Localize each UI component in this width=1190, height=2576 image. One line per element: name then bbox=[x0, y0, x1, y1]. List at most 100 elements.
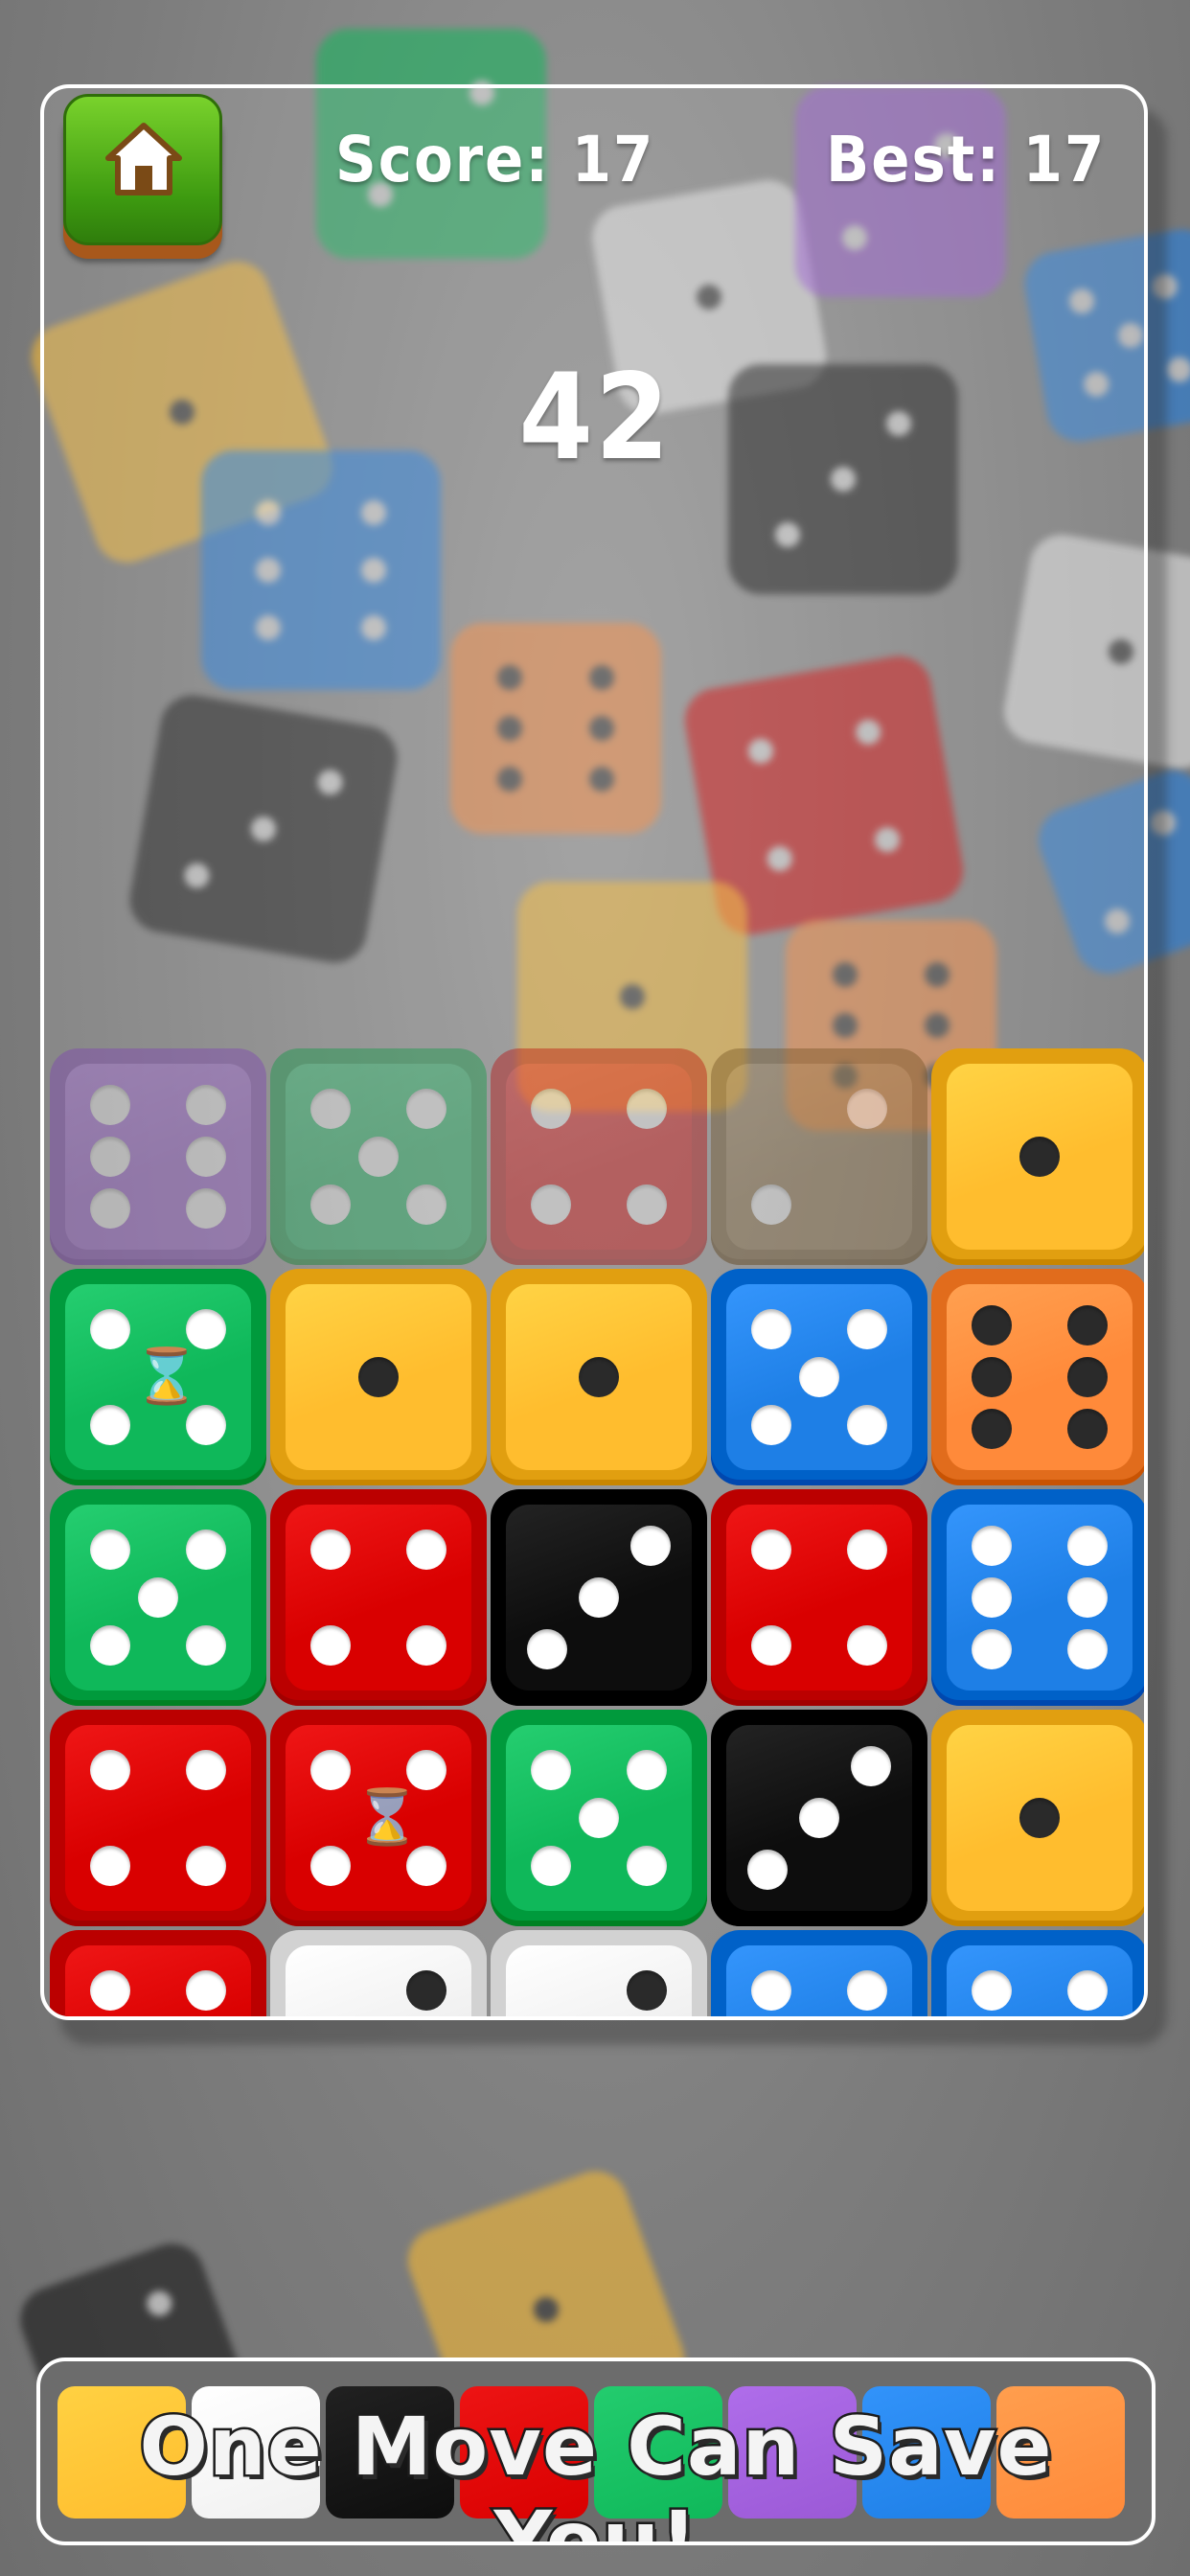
die-pip bbox=[579, 1577, 619, 1618]
die-pip bbox=[185, 1845, 226, 1886]
die-pip bbox=[1066, 1304, 1108, 1346]
die-pip bbox=[972, 1525, 1013, 1566]
die-pip bbox=[310, 1845, 352, 1886]
purple-die-6 bbox=[50, 1048, 266, 1265]
banner-text: One Move Can Save You! bbox=[137, 2398, 1054, 2545]
background-die-pip bbox=[1146, 807, 1179, 840]
die-face bbox=[65, 1725, 251, 1911]
yellow-die-1[interactable] bbox=[931, 1048, 1144, 1265]
die-pip bbox=[626, 1750, 667, 1791]
die-pip bbox=[626, 1089, 667, 1130]
die-pip bbox=[185, 1188, 226, 1230]
die-pip bbox=[185, 1084, 226, 1125]
die-pip bbox=[90, 1624, 131, 1666]
promo-banner: One Move Can Save You! bbox=[36, 2358, 1156, 2545]
die-pip bbox=[531, 1845, 572, 1886]
yellow-die-1[interactable] bbox=[931, 1710, 1144, 1926]
white-die-2 bbox=[270, 1930, 487, 2016]
die-pip bbox=[405, 1750, 446, 1791]
die-pip bbox=[626, 1845, 667, 1886]
red-die-4[interactable]: ⌛ bbox=[270, 1710, 487, 1926]
die-pip bbox=[358, 1137, 399, 1177]
die-pip bbox=[1019, 1137, 1060, 1177]
home-button[interactable] bbox=[63, 94, 222, 245]
die-pip bbox=[579, 1798, 619, 1838]
countdown-timer: 42 bbox=[518, 349, 672, 487]
die-pip bbox=[626, 1970, 667, 2012]
die-pip bbox=[751, 1184, 792, 1225]
die-pip bbox=[846, 1089, 887, 1130]
yellow-die-1[interactable] bbox=[491, 1269, 707, 1485]
red-die-4[interactable] bbox=[711, 1489, 927, 1706]
die-pip bbox=[185, 1137, 226, 1177]
red-die-4 bbox=[50, 1930, 266, 2016]
die-pip bbox=[630, 1525, 672, 1566]
die-pip bbox=[405, 1089, 446, 1130]
die-pip bbox=[405, 1845, 446, 1886]
die-pip bbox=[1066, 1577, 1108, 1618]
die-pip bbox=[1066, 1970, 1108, 2012]
die-pip bbox=[405, 1624, 446, 1666]
brown-die-2 bbox=[711, 1048, 927, 1265]
die-face bbox=[726, 1505, 912, 1690]
score-label: Score: 17 bbox=[335, 123, 655, 196]
black-die-3[interactable] bbox=[711, 1710, 927, 1926]
blue-die-6[interactable] bbox=[931, 1489, 1144, 1706]
die-pip bbox=[310, 1624, 352, 1666]
blue-die-5 bbox=[711, 1930, 927, 2020]
hourglass-icon: ⌛ bbox=[133, 1346, 200, 1408]
die-face bbox=[286, 1505, 471, 1690]
die-pip bbox=[746, 1850, 788, 1891]
die-pip bbox=[1019, 1798, 1060, 1838]
background-die-pip bbox=[530, 2293, 562, 2326]
die-pip bbox=[799, 1798, 839, 1838]
house-icon bbox=[105, 123, 182, 196]
black-die-3[interactable] bbox=[491, 1489, 707, 1706]
die-pip bbox=[626, 1184, 667, 1225]
blue-die-5[interactable] bbox=[711, 1269, 927, 1485]
die-pip bbox=[531, 1184, 572, 1225]
die-pip bbox=[1066, 1525, 1108, 1566]
red-die-4[interactable] bbox=[50, 1710, 266, 1926]
hourglass-icon: ⌛ bbox=[354, 1786, 421, 1849]
die-pip bbox=[405, 1184, 446, 1225]
die-pip bbox=[185, 1970, 226, 2012]
yellow-die-1[interactable] bbox=[270, 1269, 487, 1485]
die-pip bbox=[972, 1577, 1013, 1618]
green-die-5 bbox=[270, 1048, 487, 1265]
die-pip bbox=[405, 1530, 446, 1571]
die-pip bbox=[751, 1404, 792, 1445]
die-pip bbox=[846, 1970, 887, 2012]
die-pip bbox=[799, 2018, 839, 2020]
die-pip bbox=[138, 1577, 178, 1618]
die-pip bbox=[1066, 1357, 1108, 1397]
white-die-2 bbox=[491, 1930, 707, 2016]
red-die-4[interactable] bbox=[270, 1489, 487, 1706]
die-pip bbox=[751, 1624, 792, 1666]
die-pip bbox=[1066, 1409, 1108, 1450]
die-pip bbox=[846, 1309, 887, 1350]
green-die-4[interactable]: ⌛ bbox=[50, 1269, 266, 1485]
die-pip bbox=[90, 1137, 131, 1177]
die-pip bbox=[846, 1404, 887, 1445]
die-pip bbox=[310, 1184, 352, 1225]
die-pip bbox=[972, 1357, 1013, 1397]
die-pip bbox=[185, 1624, 226, 1666]
die-pip bbox=[846, 1624, 887, 1666]
die-pip bbox=[90, 1404, 131, 1445]
die-pip bbox=[846, 1530, 887, 1571]
background-die-pip bbox=[143, 2287, 175, 2320]
die-pip bbox=[185, 1530, 226, 1571]
blue-die-5 bbox=[931, 1930, 1144, 2020]
green-die-5[interactable] bbox=[491, 1710, 707, 1926]
die-pip bbox=[851, 1745, 892, 1786]
die-pip bbox=[1019, 2018, 1060, 2020]
die-pip bbox=[90, 1845, 131, 1886]
die-pip bbox=[358, 1357, 399, 1397]
die-pip bbox=[579, 1357, 619, 1397]
orange-die-6[interactable] bbox=[931, 1269, 1144, 1485]
die-pip bbox=[1066, 1629, 1108, 1670]
die-pip bbox=[185, 1750, 226, 1791]
die-pip bbox=[799, 1357, 839, 1397]
green-die-5[interactable] bbox=[50, 1489, 266, 1706]
